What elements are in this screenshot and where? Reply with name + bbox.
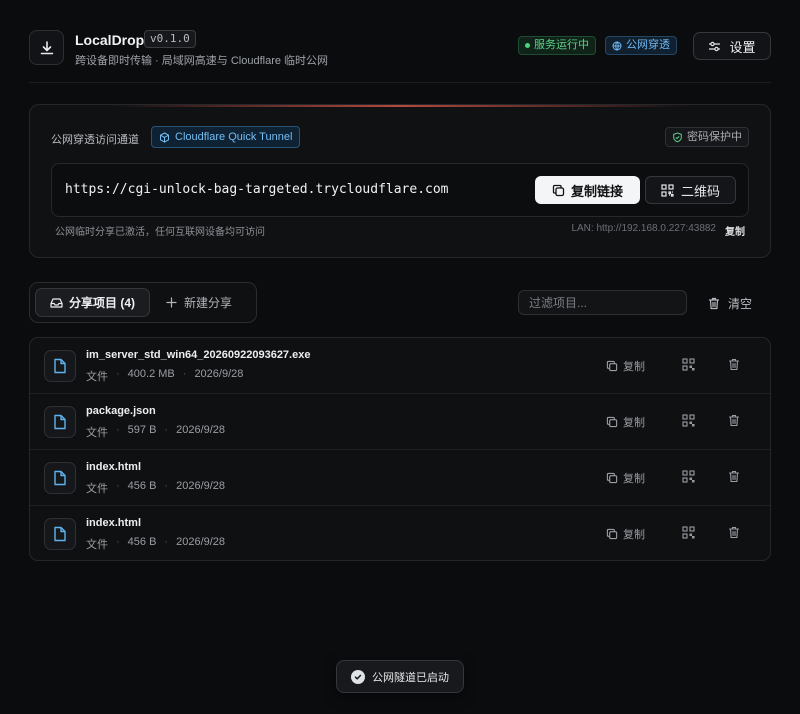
- check-circle-icon: [351, 669, 365, 684]
- file-name: index.html: [86, 517, 142, 529]
- toast-notification: 公网隧道已启动: [336, 660, 464, 693]
- file-date: 2026/9/28: [194, 368, 244, 380]
- header: LocalDrop v0.1.0 跨设备即时传输 · 局域网高速与 Cloudf…: [29, 28, 771, 68]
- file-type: 文件: [86, 371, 108, 383]
- copy-label: 复制: [623, 529, 645, 541]
- copy-file-button[interactable]: 复制: [606, 469, 645, 487]
- plus-icon: [166, 297, 177, 308]
- status-badge-public: 公网穿透: [605, 36, 677, 55]
- copy-icon: [552, 184, 565, 197]
- file-size: 456 B: [127, 536, 157, 548]
- trash-icon[interactable]: [728, 414, 742, 428]
- status-running-label: 服务运行中: [534, 39, 589, 51]
- file-row: package.json 文件 · 597 B · 2026/9/28 复制: [30, 394, 770, 450]
- file-row: index.html 文件 · 456 B · 2026/9/28 复制: [30, 506, 770, 560]
- status-badge-running: 服务运行中: [518, 36, 596, 55]
- file-icon: [44, 406, 76, 438]
- status-public-label: 公网穿透: [626, 39, 670, 51]
- file-size: 597 B: [127, 424, 157, 436]
- copy-link-label: 复制链接: [570, 183, 623, 199]
- password-badge: 密码保护中: [665, 127, 749, 147]
- copy-icon: [606, 528, 618, 540]
- file-row: index.html 文件 · 456 B · 2026/9/28 复制: [30, 450, 770, 506]
- toast-message: 公网隧道已启动: [372, 671, 449, 684]
- qr-code-icon[interactable]: [682, 470, 696, 484]
- provider-label: Cloudflare Quick Tunnel: [175, 131, 293, 143]
- copy-file-button[interactable]: 复制: [606, 413, 645, 431]
- file-date: 2026/9/28: [176, 424, 226, 436]
- status-dot-icon: [525, 43, 530, 48]
- trash-icon[interactable]: [728, 526, 742, 540]
- tunnel-url-box: https://cgi-unlock-bag-targeted.trycloud…: [51, 163, 749, 217]
- file-size: 400.2 MB: [127, 368, 175, 380]
- settings-button[interactable]: 设置: [693, 32, 771, 60]
- globe-icon: [612, 41, 622, 51]
- qr-code-icon: [661, 183, 674, 197]
- file-meta: 文件 · 456 B · 2026/9/28: [86, 480, 226, 495]
- file-icon: [44, 462, 76, 494]
- copy-link-button[interactable]: 复制链接: [535, 176, 640, 204]
- file-type: 文件: [86, 539, 108, 551]
- copy-file-button[interactable]: 复制: [606, 525, 645, 543]
- tunnel-status-text: 公网临时分享已激活，任何互联网设备均可访问: [55, 227, 265, 238]
- file-name: package.json: [86, 405, 156, 417]
- app-window: LocalDrop v0.1.0 跨设备即时传输 · 局域网高速与 Cloudf…: [0, 0, 800, 714]
- file-name: im_server_std_win64_20260922093627.exe: [86, 349, 311, 361]
- trash-icon[interactable]: [728, 470, 742, 484]
- file-date: 2026/9/28: [176, 536, 226, 548]
- file-meta: 文件 · 400.2 MB · 2026/9/28: [86, 368, 244, 383]
- app-name: LocalDrop: [75, 32, 145, 48]
- inbox-icon: [50, 297, 63, 309]
- file-name: index.html: [86, 461, 142, 473]
- tab-new-share[interactable]: 新建分享: [166, 288, 232, 317]
- lan-copy-button[interactable]: 复制: [725, 223, 745, 238]
- trash-icon[interactable]: [728, 358, 742, 372]
- qr-code-icon[interactable]: [682, 358, 696, 372]
- settings-label: 设置: [729, 39, 756, 55]
- tab-bar: 分享项目 (4) 新建分享: [29, 282, 257, 323]
- file-meta: 文件 · 597 B · 2026/9/28: [86, 424, 226, 439]
- download-icon: [39, 40, 55, 56]
- copy-label: 复制: [623, 361, 645, 373]
- copy-label: 复制: [623, 473, 645, 485]
- qr-code-button[interactable]: 二维码: [645, 176, 736, 204]
- copy-icon: [606, 416, 618, 428]
- tunnel-url: https://cgi-unlock-bag-targeted.trycloud…: [65, 182, 449, 197]
- lan-address: LAN: http://192.168.0.227:43882: [571, 223, 716, 234]
- copy-label: 复制: [623, 417, 645, 429]
- tab-shared-label: 分享项目 (4): [68, 296, 135, 310]
- logo: [29, 30, 64, 65]
- filter-input[interactable]: [518, 290, 687, 315]
- file-size: 456 B: [127, 480, 157, 492]
- file-type: 文件: [86, 483, 108, 495]
- file-type: 文件: [86, 427, 108, 439]
- qr-code-label: 二维码: [680, 183, 720, 199]
- clear-button[interactable]: 清空: [708, 292, 752, 314]
- clear-label: 清空: [728, 296, 753, 311]
- file-row: im_server_std_win64_20260922093627.exe 文…: [30, 338, 770, 394]
- file-meta: 文件 · 456 B · 2026/9/28: [86, 536, 226, 551]
- qr-code-icon[interactable]: [682, 526, 696, 540]
- trash-icon: [708, 297, 720, 310]
- copy-file-button[interactable]: 复制: [606, 357, 645, 375]
- password-label: 密码保护中: [687, 131, 742, 143]
- sliders-icon: [708, 40, 721, 53]
- shield-icon: [672, 131, 683, 143]
- qr-code-icon[interactable]: [682, 414, 696, 428]
- file-icon: [44, 518, 76, 550]
- tab-new-label: 新建分享: [184, 296, 233, 310]
- tunnel-label: 公网穿透访问通道: [51, 134, 139, 146]
- tunnel-panel: 公网穿透访问通道 Cloudflare Quick Tunnel 密码保护中 h…: [29, 104, 771, 258]
- copy-icon: [606, 360, 618, 372]
- app-subtitle: 跨设备即时传输 · 局域网高速与 Cloudflare 临时公网: [75, 55, 329, 67]
- version-badge: v0.1.0: [144, 30, 196, 48]
- tab-shared-items[interactable]: 分享项目 (4): [35, 288, 150, 317]
- header-divider: [29, 82, 771, 83]
- file-date: 2026/9/28: [176, 480, 226, 492]
- file-icon: [44, 350, 76, 382]
- provider-badge: Cloudflare Quick Tunnel: [151, 126, 301, 148]
- cloud-icon: [159, 131, 170, 143]
- file-list: im_server_std_win64_20260922093627.exe 文…: [29, 337, 771, 561]
- copy-icon: [606, 472, 618, 484]
